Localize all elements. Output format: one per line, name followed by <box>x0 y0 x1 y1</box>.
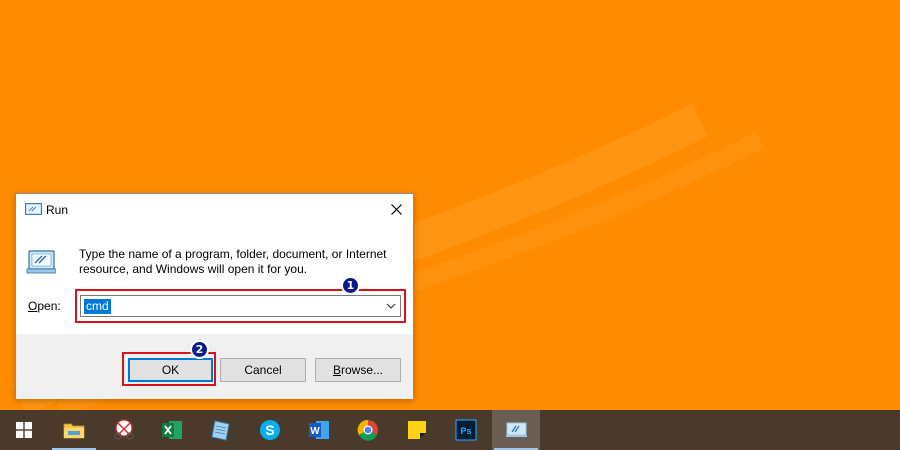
taskbar-file-explorer[interactable] <box>50 410 98 450</box>
browse-accelerator: B <box>332 363 341 377</box>
svg-text:W: W <box>310 426 320 437</box>
excel-icon <box>162 421 182 439</box>
word-icon: W <box>309 421 329 439</box>
scissors-icon <box>114 419 134 440</box>
chrome-icon <box>357 419 378 441</box>
taskbar-photoshop[interactable]: Ps <box>442 410 490 450</box>
dialog-button-bar: OK Cancel Browse... <box>16 334 413 399</box>
run-dialog: Run Type the name of a program, folder, … <box>15 193 414 399</box>
run-icon <box>25 203 42 215</box>
cancel-button[interactable]: Cancel <box>220 358 306 382</box>
open-label-accelerator: O <box>28 299 38 313</box>
ok-button[interactable]: OK <box>128 358 213 382</box>
open-combobox[interactable]: cmd <box>80 295 401 317</box>
run-icon <box>506 422 527 437</box>
folder-icon <box>63 423 85 439</box>
photoshop-icon: Ps <box>455 419 477 441</box>
start-button[interactable] <box>0 410 48 450</box>
taskbar: S W Ps <box>0 410 900 450</box>
taskbar-skype[interactable]: S <box>246 410 294 450</box>
open-label: Open: <box>28 299 61 313</box>
taskbar-snipping-tool[interactable] <box>100 410 148 450</box>
sticky-notes-icon <box>408 421 426 439</box>
chevron-down-icon[interactable] <box>385 300 397 312</box>
taskbar-notepad[interactable] <box>197 410 245 450</box>
run-program-icon <box>26 250 56 274</box>
taskbar-word[interactable]: W <box>295 410 343 450</box>
skype-icon: S <box>260 420 280 440</box>
windows-logo-icon <box>16 422 32 438</box>
dialog-title: Run <box>46 203 69 217</box>
step-1-badge: 1 <box>341 276 360 295</box>
step-2-badge: 2 <box>190 340 209 359</box>
taskbar-chrome[interactable] <box>344 410 392 450</box>
taskbar-excel[interactable] <box>148 410 196 450</box>
svg-text:Ps: Ps <box>460 426 471 436</box>
taskbar-sticky-notes[interactable] <box>393 410 441 450</box>
open-input-value[interactable]: cmd <box>84 299 111 314</box>
browse-label: rowse... <box>341 363 384 377</box>
svg-text:S: S <box>265 422 274 438</box>
open-label-text: pen: <box>37 299 61 313</box>
taskbar-run[interactable] <box>492 410 540 450</box>
dialog-titlebar[interactable]: Run <box>16 194 413 225</box>
browse-button[interactable]: Browse... <box>315 358 401 382</box>
dialog-description: Type the name of a program, folder, docu… <box>79 247 387 276</box>
notepad-icon <box>211 420 230 441</box>
close-icon <box>390 204 402 215</box>
close-button[interactable] <box>379 194 413 225</box>
